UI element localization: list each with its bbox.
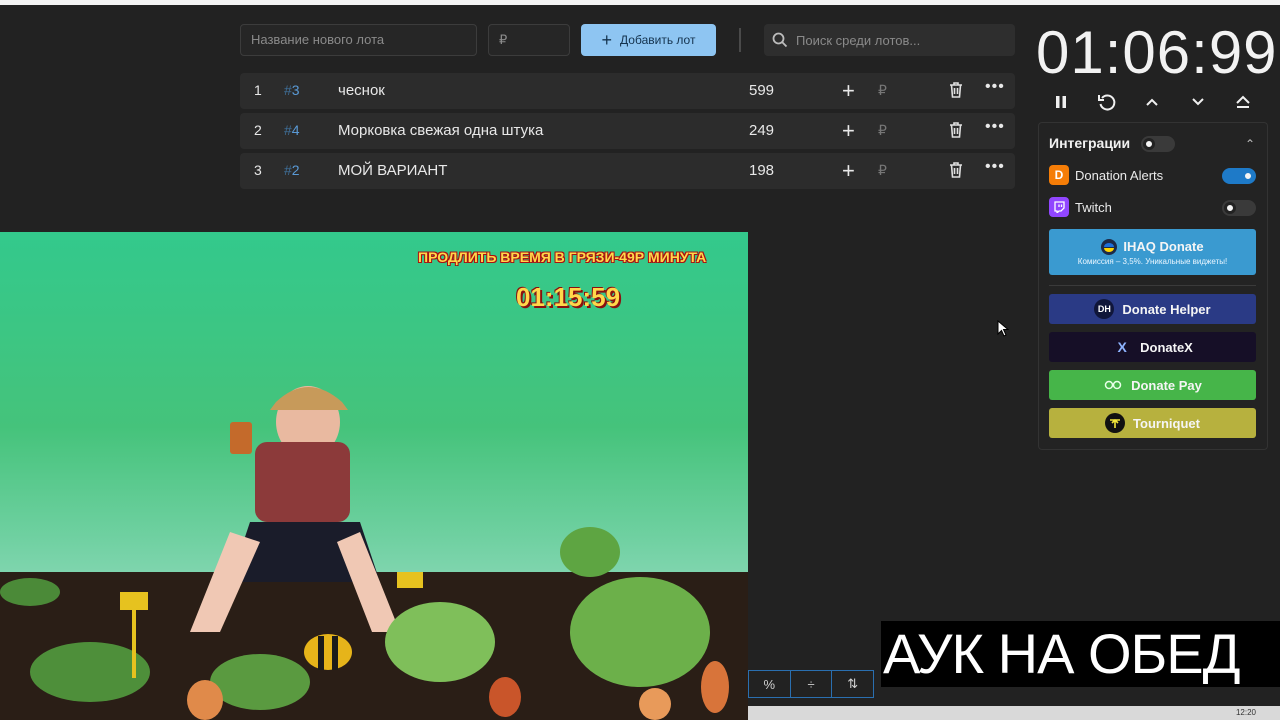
lot-index: 3 bbox=[254, 162, 262, 178]
lot-name[interactable]: чеснок bbox=[338, 82, 385, 99]
integrations-panel: Интеграции ⌃ D Donation Alerts Twitch IH… bbox=[1038, 122, 1268, 450]
donatex-label: DonateX bbox=[1140, 339, 1193, 355]
lot-id: #2 bbox=[284, 162, 300, 178]
top-strip bbox=[0, 0, 1280, 5]
auction-timer: 01:06:99 bbox=[1036, 19, 1278, 86]
lot-name-input[interactable]: Название нового лота bbox=[240, 24, 477, 56]
lot-row: 2 #4 Морковка свежая одна штука 249 + ₽ … bbox=[240, 113, 1015, 149]
trash-icon[interactable] bbox=[948, 121, 964, 143]
chevron-down-icon[interactable] bbox=[1186, 90, 1210, 114]
search-placeholder: Поиск среди лотов... bbox=[796, 32, 921, 48]
taskbar-clock: 12:20 bbox=[1235, 708, 1256, 717]
trash-icon[interactable] bbox=[948, 161, 964, 183]
toolbar-divider bbox=[739, 28, 741, 52]
taskbar: 12:20 bbox=[748, 706, 1280, 720]
lot-amount: 599 bbox=[749, 82, 775, 99]
donate-helper-label: Donate Helper bbox=[1122, 301, 1211, 317]
donatex-icon: X bbox=[1117, 339, 1127, 355]
stream-overlay-timer: 01:15:59 bbox=[516, 282, 621, 312]
lot-name[interactable]: МОЙ ВАРИАНТ bbox=[338, 162, 447, 179]
lot-id: #3 bbox=[284, 82, 300, 98]
amount-input[interactable]: ₽ bbox=[878, 122, 887, 139]
sort-button[interactable]: ⇅ bbox=[832, 671, 873, 697]
donate-pay-button[interactable]: Donate Pay bbox=[1049, 370, 1256, 400]
more-icon[interactable]: ••• bbox=[985, 158, 1005, 176]
ihaq-icon bbox=[1101, 238, 1118, 255]
donatex-button[interactable]: X DonateX bbox=[1049, 332, 1256, 362]
video-scene bbox=[0, 386, 729, 720]
add-amount-button[interactable]: + bbox=[842, 158, 855, 184]
lot-id: #4 bbox=[284, 122, 300, 138]
ihaq-donate-button[interactable]: IHAQ Donate Комиссия – 3,5%. Уникальные … bbox=[1049, 229, 1256, 275]
search-input[interactable]: Поиск среди лотов... bbox=[764, 24, 1015, 56]
integrations-toggle[interactable] bbox=[1141, 136, 1175, 152]
mouse-cursor-icon bbox=[997, 320, 1009, 337]
lot-amount: 198 bbox=[749, 162, 775, 179]
stream-overlay-text: ПРОДЛИТЬ ВРЕМЯ В ГРЯЗИ-49Р МИНУТА bbox=[418, 249, 707, 265]
twitch-icon bbox=[1049, 197, 1069, 217]
search-icon bbox=[772, 32, 788, 48]
donation-alerts-toggle[interactable] bbox=[1222, 168, 1256, 184]
pause-icon[interactable] bbox=[1049, 90, 1073, 114]
lot-row: 1 #3 чеснок 599 + ₽ ••• bbox=[240, 73, 1015, 109]
twitch-row: Twitch bbox=[1049, 197, 1112, 217]
add-amount-button[interactable]: + bbox=[842, 118, 855, 144]
video-tools: % ÷ ⇅ bbox=[748, 670, 874, 698]
stream-video: ПРОДЛИТЬ ВРЕМЯ В ГРЯЗИ-49Р МИНУТА 01:15:… bbox=[0, 232, 748, 720]
percent-button[interactable]: % bbox=[749, 671, 791, 697]
donate-helper-button[interactable]: DH Donate Helper bbox=[1049, 294, 1256, 324]
panel-divider bbox=[1049, 285, 1256, 286]
lot-price-input[interactable]: ₽ bbox=[488, 24, 570, 56]
twitch-toggle[interactable] bbox=[1222, 200, 1256, 216]
more-icon[interactable]: ••• bbox=[985, 78, 1005, 96]
lot-row: 3 #2 МОЙ ВАРИАНТ 198 + ₽ ••• bbox=[240, 153, 1015, 189]
collapse-chevron-icon[interactable]: ⌃ bbox=[1245, 137, 1255, 151]
tourniquet-label: Tourniquet bbox=[1133, 415, 1200, 431]
lot-name[interactable]: Морковка свежая одна штука bbox=[338, 122, 543, 139]
twitch-label: Twitch bbox=[1075, 199, 1112, 215]
reset-icon[interactable] bbox=[1095, 90, 1119, 114]
amount-input[interactable]: ₽ bbox=[878, 82, 887, 99]
donate-helper-icon: DH bbox=[1094, 299, 1115, 319]
lot-index: 2 bbox=[254, 122, 262, 138]
chevron-up-icon[interactable] bbox=[1140, 90, 1164, 114]
integrations-title: Интеграции bbox=[1049, 135, 1131, 151]
donation-alerts-label: Donation Alerts bbox=[1075, 167, 1164, 183]
tourniquet-button[interactable]: Tourniquet bbox=[1049, 408, 1256, 438]
donation-alerts-row: D Donation Alerts bbox=[1049, 165, 1163, 185]
divide-button[interactable]: ÷ bbox=[791, 671, 833, 697]
tourniquet-icon bbox=[1105, 413, 1126, 433]
donation-alerts-icon: D bbox=[1049, 165, 1069, 185]
caption-overlay: АУК НА ОБЕД bbox=[881, 621, 1280, 687]
add-lot-label: Добавить лот bbox=[620, 33, 696, 47]
trash-icon[interactable] bbox=[948, 81, 964, 103]
ihaq-subtitle: Комиссия – 3,5%. Уникальные виджеты! bbox=[1077, 256, 1228, 266]
amount-input[interactable]: ₽ bbox=[878, 162, 887, 179]
more-icon[interactable]: ••• bbox=[985, 118, 1005, 136]
eject-icon[interactable] bbox=[1231, 90, 1255, 114]
donate-pay-label: Donate Pay bbox=[1131, 377, 1202, 393]
add-lot-button[interactable]: + Добавить лот bbox=[581, 24, 716, 56]
add-amount-button[interactable]: + bbox=[842, 78, 855, 104]
lot-amount: 249 bbox=[749, 122, 775, 139]
donatepay-icon bbox=[1103, 375, 1123, 395]
plus-icon: + bbox=[601, 30, 613, 50]
lot-index: 1 bbox=[254, 82, 262, 98]
ihaq-label: IHAQ Donate bbox=[1123, 239, 1204, 254]
